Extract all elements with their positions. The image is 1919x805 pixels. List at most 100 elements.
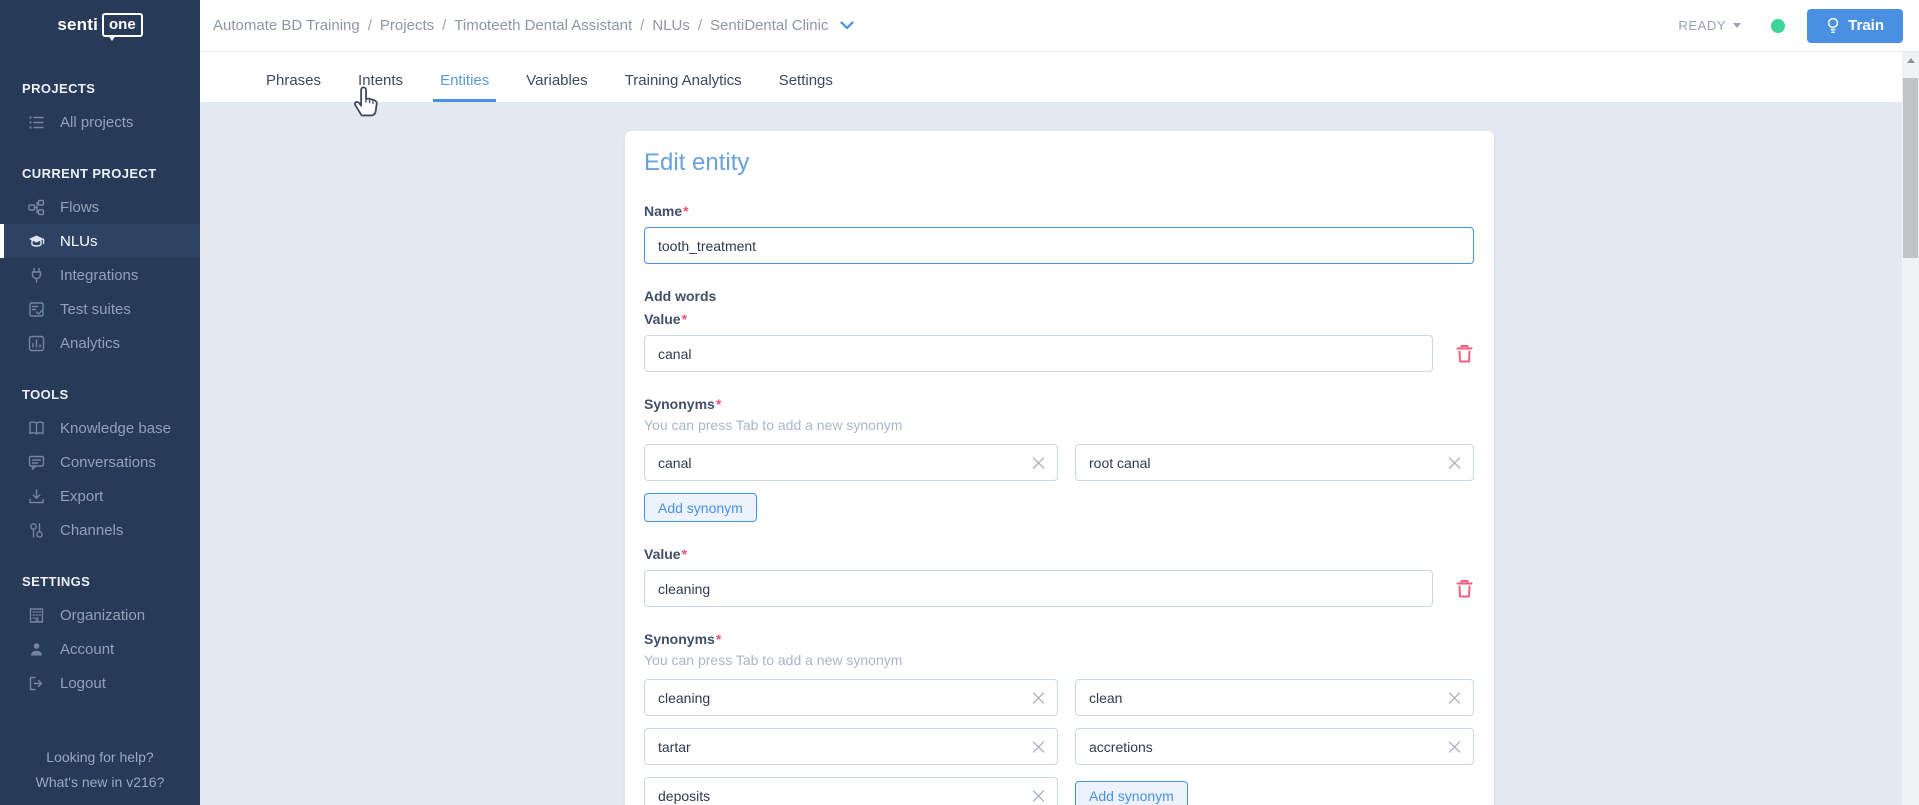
sidebar-section-header: TOOLS (22, 387, 69, 402)
tabs: Phrases Intents Entities Variables Training … (264, 72, 835, 102)
synonyms-hint: You can press Tab to add a new synonym (644, 417, 903, 433)
required-marker: * (681, 311, 688, 327)
sidebar-item-label: Channels (60, 521, 124, 539)
remove-synonym-button[interactable] (1446, 454, 1463, 471)
sentione-logo[interactable]: senti one (0, 0, 200, 50)
page-title: Edit entity (644, 149, 750, 176)
value-label: Value* (644, 546, 688, 562)
synonym-input[interactable] (1075, 444, 1474, 481)
synonym-field (1075, 679, 1474, 716)
sidebar-item-analytics[interactable]: Analytics (0, 326, 200, 360)
vertical-scrollbar[interactable] (1902, 52, 1919, 805)
close-icon (1448, 691, 1461, 704)
sidebar-item-channels[interactable]: Channels (0, 513, 200, 547)
close-icon (1032, 740, 1045, 753)
add-synonym-button[interactable]: Add synonym (1075, 781, 1188, 805)
sidebar-nav: PROJECTS All projects CURRENT PROJECT Fl… (0, 50, 200, 700)
edit-entity-card: Edit entity Name* Add words Value* Synon… (625, 131, 1494, 805)
breadcrumb-item[interactable]: SentiDental Clinic (710, 17, 828, 34)
remove-synonym-button[interactable] (1446, 738, 1463, 755)
tab-variables[interactable]: Variables (524, 72, 589, 102)
synonym-input[interactable] (644, 679, 1058, 716)
synonym-input[interactable] (644, 444, 1058, 481)
delete-value-button[interactable] (1455, 343, 1474, 364)
sidebar-item-organization[interactable]: Organization (0, 598, 200, 632)
tab-entities[interactable]: Entities (433, 72, 497, 102)
sidebar-item-integrations[interactable]: Integrations (0, 258, 200, 292)
sidebar-item-label: Integrations (60, 266, 139, 284)
close-icon (1032, 456, 1045, 469)
value-input[interactable] (644, 570, 1433, 607)
sidebar-item-nlus[interactable]: NLUs (0, 224, 200, 258)
status-dot (1771, 18, 1786, 33)
remove-synonym-button[interactable] (1446, 689, 1463, 706)
remove-synonym-button[interactable] (1030, 454, 1047, 471)
flows-icon (26, 199, 46, 216)
sidebar-section-header: CURRENT PROJECT (22, 166, 157, 181)
sidebar-item-conversations[interactable]: Conversations (0, 445, 200, 479)
breadcrumb-item[interactable]: NLUs (652, 17, 690, 34)
entity-values-list: Value* Synonyms* You can press Tab to ad… (644, 311, 1474, 805)
help-link[interactable]: What's new in v216? (0, 770, 200, 795)
top-bar: Automate BD Training / Projects / Timoteeth … (200, 0, 1919, 52)
sidebar-item-label: Logout (60, 674, 106, 692)
sidebar-item-flows[interactable]: Flows (0, 190, 200, 224)
name-label: Name* (644, 203, 689, 219)
scrollbar-thumb[interactable] (1903, 78, 1918, 258)
required-marker: * (715, 396, 722, 412)
breadcrumb: Automate BD Training / Projects / Timoteeth … (213, 17, 855, 34)
close-icon (1448, 456, 1461, 469)
synonym-input[interactable] (644, 777, 1058, 805)
close-icon (1032, 789, 1045, 802)
sidebar-item-label: Export (60, 487, 104, 505)
logo-text-senti: senti (57, 15, 98, 34)
sidebar-section-current-project: CURRENT PROJECT Flows NLUs Integrations … (0, 166, 200, 360)
synonym-input[interactable] (644, 728, 1058, 765)
remove-synonym-button[interactable] (1030, 738, 1047, 755)
synonyms-hint: You can press Tab to add a new synonym (644, 652, 903, 668)
add-synonym-button[interactable]: Add synonym (644, 493, 757, 522)
sidebar-section-header: PROJECTS (22, 81, 96, 96)
sidebar-item-label: NLUs (60, 232, 98, 250)
help-link[interactable]: Looking for help? (0, 745, 200, 770)
sidebar-section-tools: TOOLS Knowledge base Conversations Expor… (0, 387, 200, 547)
breadcrumb-item[interactable]: Projects (380, 17, 434, 34)
sidebar-item-export[interactable]: Export (0, 479, 200, 513)
remove-synonym-button[interactable] (1030, 689, 1047, 706)
tab-phrases[interactable]: Phrases (264, 72, 323, 102)
entity-value-entry: Value* Synonyms* You can press Tab to ad… (644, 311, 1474, 522)
synonym-input[interactable] (1075, 728, 1474, 765)
required-marker: * (681, 546, 688, 562)
breadcrumb-separator: / (367, 17, 372, 34)
sidebar-item-logout[interactable]: Logout (0, 666, 200, 700)
entity-value-entry: Value* Synonyms* You can press Tab to ad… (644, 546, 1474, 805)
tab-settings[interactable]: Settings (777, 72, 835, 102)
value-row (644, 570, 1474, 607)
synonym-input[interactable] (1075, 679, 1474, 716)
sidebar-item-knowledge-base[interactable]: Knowledge base (0, 411, 200, 445)
breadcrumb-item[interactable]: Automate BD Training (213, 17, 360, 34)
value-input[interactable] (644, 335, 1433, 372)
breadcrumb-item[interactable]: Timoteeth Dental Assistant (454, 17, 632, 34)
required-marker: * (715, 631, 722, 647)
content-area: Edit entity Name* Add words Value* Synon… (200, 103, 1919, 805)
train-button[interactable]: Train (1807, 8, 1903, 43)
train-button-label: Train (1848, 17, 1884, 34)
sidebar-item-all-projects[interactable]: All projects (0, 105, 200, 139)
sidebar-item-test-suites[interactable]: Test suites (0, 292, 200, 326)
entity-name-input[interactable] (644, 227, 1474, 264)
synonym-field (1075, 728, 1474, 765)
chevron-down-icon[interactable] (840, 21, 855, 30)
sidebar-item-account[interactable]: Account (0, 632, 200, 666)
tab-intents[interactable]: Intents (356, 72, 405, 102)
add-words-label: Add words (644, 288, 717, 304)
nlu-status-dropdown[interactable]: READY (1678, 18, 1742, 33)
delete-value-button[interactable] (1455, 578, 1474, 599)
scroll-up-button[interactable] (1902, 52, 1919, 69)
tab-training-analytics[interactable]: Training Analytics (623, 72, 744, 102)
sidebar-section-settings: SETTINGS Organization Account Logout (0, 574, 200, 700)
synonym-field (644, 444, 1058, 481)
analytics-icon (26, 335, 46, 352)
synonyms-grid: Add synonym (644, 679, 1474, 805)
remove-synonym-button[interactable] (1030, 787, 1047, 804)
